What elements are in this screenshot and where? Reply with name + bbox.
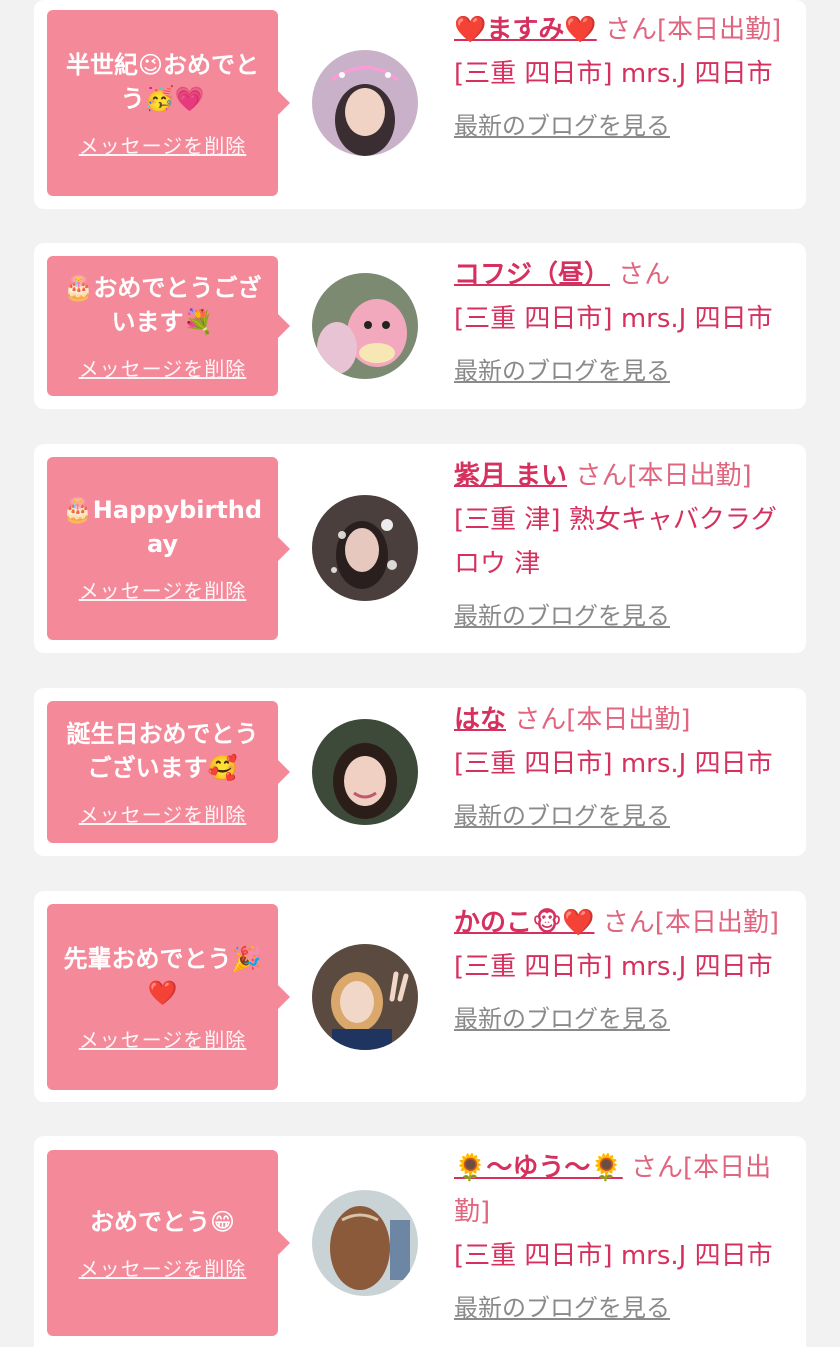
shop-info: [三重 四日市] mrs.J 四日市	[454, 1241, 773, 1271]
delete-message-link[interactable]: メッセージを削除	[79, 1024, 247, 1053]
latest-blog-link[interactable]: 最新のブログを見る	[454, 596, 670, 631]
message-card: 先輩おめでとう🎉❤️ メッセージを削除 かのこ🐵❤️ さん[本日出勤] [三重 …	[34, 891, 806, 1102]
avatar[interactable]	[312, 1190, 418, 1296]
delete-message-link[interactable]: メッセージを削除	[79, 1253, 247, 1282]
cast-name-link[interactable]: 🌻〜ゆう〜🌻	[454, 1153, 623, 1183]
message-bubble: 先輩おめでとう🎉❤️ メッセージを削除	[47, 904, 290, 1090]
delete-message-link[interactable]: メッセージを削除	[79, 799, 247, 828]
cast-status: さん[本日出勤]	[605, 15, 782, 45]
delete-message-link[interactable]: メッセージを削除	[79, 575, 247, 604]
message-bubble: 誕生日おめでとうございます🥰 メッセージを削除	[47, 701, 290, 843]
message-bubble: おめでとう😁 メッセージを削除	[47, 1150, 290, 1336]
message-bubble: 🎂おめでとうございます💐 メッセージを削除	[47, 256, 290, 396]
cast-info: コフジ（昼） さん [三重 四日市] mrs.J 四日市 最新のブログを見る	[454, 253, 790, 386]
shop-info: [三重 四日市] mrs.J 四日市	[454, 749, 773, 779]
avatar[interactable]	[312, 495, 418, 601]
message-text: 先輩おめでとう🎉❤️	[63, 944, 262, 1007]
cast-status: さん[本日出勤]	[575, 461, 752, 491]
shop-info: [三重 四日市] mrs.J 四日市	[454, 952, 773, 982]
shop-info: [三重 四日市] mrs.J 四日市	[454, 59, 773, 89]
message-bubble: 🎂Happybirthday メッセージを削除	[47, 457, 290, 640]
message-card: おめでとう😁 メッセージを削除 🌻〜ゆう〜🌻 さん[本日出勤] [三重 四日市]…	[34, 1136, 806, 1347]
message-bubble: 半世紀😉おめでとう🥳💗 メッセージを削除	[47, 10, 290, 196]
cast-name-link[interactable]: かのこ🐵❤️	[454, 908, 594, 938]
avatar[interactable]	[312, 50, 418, 156]
message-text: 誕生日おめでとうございます🥰	[66, 719, 259, 782]
cast-name-link[interactable]: コフジ（昼）	[454, 260, 610, 290]
cast-info: 🌻〜ゆう〜🌻 さん[本日出勤] [三重 四日市] mrs.J 四日市 最新のブロ…	[454, 1146, 790, 1323]
cast-info: ❤️ますみ❤️ さん[本日出勤] [三重 四日市] mrs.J 四日市 最新のブ…	[454, 8, 790, 141]
avatar[interactable]	[312, 273, 418, 379]
cast-status: さん	[618, 260, 671, 290]
cast-name-link[interactable]: ❤️ますみ❤️	[454, 15, 597, 45]
birthday-message-list: 半世紀😉おめでとう🥳💗 メッセージを削除 ❤️ますみ❤️ さん[本日出勤] [三…	[0, 0, 840, 1347]
message-text: 🎂Happybirthday	[62, 496, 263, 558]
message-card: 半世紀😉おめでとう🥳💗 メッセージを削除 ❤️ますみ❤️ さん[本日出勤] [三…	[34, 0, 806, 209]
shop-info: [三重 津] 熟女キャバクラグロウ 津	[454, 505, 777, 579]
latest-blog-link[interactable]: 最新のブログを見る	[454, 1288, 670, 1323]
cast-info: はな さん[本日出勤] [三重 四日市] mrs.J 四日市 最新のブログを見る	[454, 698, 790, 831]
latest-blog-link[interactable]: 最新のブログを見る	[454, 351, 670, 386]
cast-info: かのこ🐵❤️ さん[本日出勤] [三重 四日市] mrs.J 四日市 最新のブロ…	[454, 901, 790, 1034]
message-card: 🎂Happybirthday メッセージを削除 紫月 まい さん[本日出勤] […	[34, 444, 806, 653]
latest-blog-link[interactable]: 最新のブログを見る	[454, 999, 670, 1034]
delete-message-link[interactable]: メッセージを削除	[79, 353, 247, 382]
cast-name-link[interactable]: はな	[454, 705, 506, 735]
message-text: おめでとう😁	[89, 1207, 236, 1236]
message-text: 🎂おめでとうございます💐	[63, 273, 262, 336]
cast-name-link[interactable]: 紫月 まい	[454, 461, 567, 491]
latest-blog-link[interactable]: 最新のブログを見る	[454, 796, 670, 831]
message-card: 🎂おめでとうございます💐 メッセージを削除 コフジ（昼） さん [三重 四日市]…	[34, 243, 806, 409]
message-text: 半世紀😉おめでとう🥳💗	[65, 50, 260, 113]
latest-blog-link[interactable]: 最新のブログを見る	[454, 106, 670, 141]
avatar[interactable]	[312, 944, 418, 1050]
cast-info: 紫月 まい さん[本日出勤] [三重 津] 熟女キャバクラグロウ 津 最新のブロ…	[454, 454, 790, 631]
message-card: 誕生日おめでとうございます🥰 メッセージを削除 はな さん[本日出勤] [三重 …	[34, 688, 806, 856]
delete-message-link[interactable]: メッセージを削除	[79, 130, 247, 159]
cast-status: さん[本日出勤]	[602, 908, 779, 938]
avatar[interactable]	[312, 719, 418, 825]
cast-status: さん[本日出勤]	[514, 705, 691, 735]
shop-info: [三重 四日市] mrs.J 四日市	[454, 304, 773, 334]
